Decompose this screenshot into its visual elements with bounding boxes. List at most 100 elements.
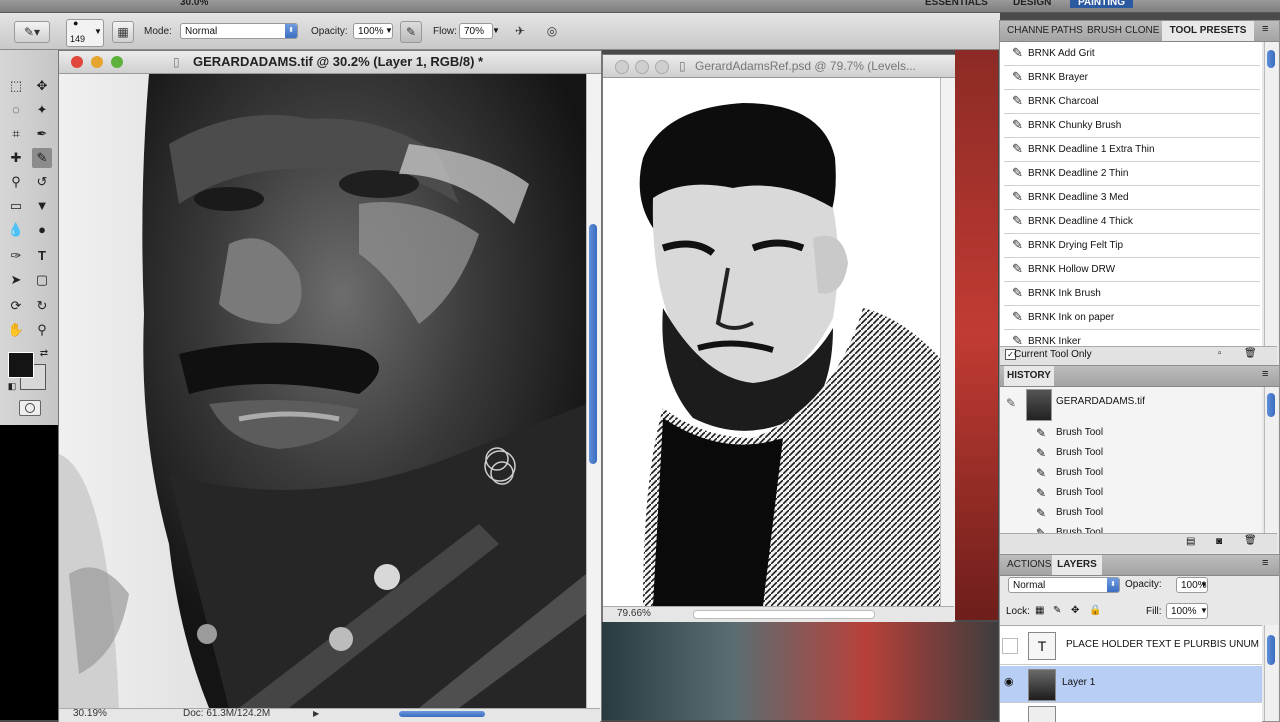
brush-tool-icon[interactable]: ✎ [32,148,52,168]
zoom-window-icon[interactable] [111,56,123,68]
preset-item[interactable]: ✎ BRNK Deadline 3 Med [1004,186,1260,210]
dodge-tool-icon[interactable]: ● [32,220,52,240]
minimize-window-icon[interactable] [635,60,649,74]
tab-history[interactable]: HISTORY [1004,366,1054,386]
lock-pixels-icon[interactable]: ✎ [1053,605,1061,616]
layers-scroll-thumb[interactable] [1267,635,1275,665]
tab-actions[interactable]: ACTIONS [1004,555,1054,575]
clone-stamp-tool-icon[interactable]: ⚲ [6,172,26,192]
eraser-tool-icon[interactable]: ▭ [6,196,26,216]
tab-tool-presets[interactable]: TOOL PRESETS [1162,21,1254,41]
close-window-icon[interactable] [615,60,629,74]
pen-tool-icon[interactable]: ✑ [6,246,26,266]
history-scroll-thumb[interactable] [1267,393,1275,417]
history-snapshot[interactable]: ✎ GERARDADAMS.tif [1000,387,1262,424]
lock-transparency-icon[interactable]: ▦ [1035,605,1044,616]
minimize-window-icon[interactable] [91,56,103,68]
flow-field[interactable]: 70% [459,23,493,39]
zoom-window-icon[interactable] [655,60,669,74]
new-preset-icon[interactable]: ▫ [1218,348,1222,359]
zoom-tool-icon[interactable]: ⚲ [32,320,52,340]
quick-mask-icon[interactable] [19,400,41,416]
history-brush-source-icon[interactable]: ✎ [1006,396,1016,410]
magic-wand-tool-icon[interactable]: ✦ [32,100,52,120]
trash-icon[interactable]: 🗑 [1244,535,1257,546]
history-step[interactable]: ✎ Brush Tool [1000,483,1262,504]
mode-select[interactable]: Normal ⬍ [180,23,298,39]
blur-tool-icon[interactable]: 💧 [6,220,26,240]
eye-icon[interactable]: ◉ [1004,675,1014,688]
history-step[interactable]: ✎ Brush Tool [1000,523,1262,533]
panel-menu-icon[interactable]: ≡ [1262,557,1268,569]
airbrush-icon[interactable]: ✈ [510,21,530,41]
preset-item[interactable]: ✎ BRNK Add Grit [1004,42,1260,66]
reference-horizontal-scroll-thumb[interactable] [693,610,875,619]
pressure-opacity-icon[interactable]: ✎ [400,21,422,43]
camera-icon[interactable]: ◙ [1216,536,1222,547]
panel-menu-icon[interactable]: ≡ [1262,368,1268,380]
foreground-color-swatch[interactable] [8,352,34,378]
workspace-painting[interactable]: PAINTING [1070,0,1134,8]
tab-layers[interactable]: LAYERS [1052,555,1102,575]
path-selection-tool-icon[interactable]: ➤ [6,270,26,290]
healing-brush-tool-icon[interactable]: ✚ [6,148,26,168]
opacity-dropdown-icon[interactable]: ▼ [385,26,393,35]
document-titlebar[interactable]: ▯ GERARDADAMS.tif @ 30.2% (Layer 1, RGB/… [59,51,601,74]
tab-clone-source[interactable]: CLONE S [1122,21,1166,41]
history-step[interactable]: ✎ Brush Tool [1000,443,1262,464]
preset-item[interactable]: ✎ BRNK Ink Brush [1004,282,1260,306]
panel-menu-icon[interactable]: ≡ [1262,23,1268,35]
lasso-tool-icon[interactable]: ◌ [6,100,26,120]
history-step[interactable]: ✎ Brush Tool [1000,463,1262,484]
reference-vertical-scrollbar[interactable] [940,78,955,606]
tab-paths[interactable]: PATHS [1048,21,1088,41]
tool-preset-picker[interactable]: ✎▾ [14,21,50,43]
preset-item[interactable]: ✎ BRNK Drying Felt Tip [1004,234,1260,258]
lock-position-icon[interactable]: ✥ [1071,605,1079,616]
main-vertical-scrollbar[interactable] [586,74,601,708]
shape-tool-icon[interactable]: ▢ [32,270,52,290]
tab-channels[interactable]: CHANNE [1004,21,1052,41]
workspace-essentials[interactable]: ESSENTIALS [925,0,988,8]
preset-item[interactable]: ✎ BRNK Hollow DRW [1004,258,1260,282]
preset-item[interactable]: ✎ BRNK Inker [1004,330,1260,346]
layers-scrollbar[interactable] [1264,625,1278,721]
history-step[interactable]: ✎ Brush Tool [1000,503,1262,524]
preset-item[interactable]: ✎ BRNK Deadline 1 Extra Thin [1004,138,1260,162]
trash-icon[interactable]: 🗑 [1244,348,1257,359]
reference-titlebar[interactable]: ▯ GerardAdamsRef.psd @ 79.7% (Levels... [603,55,955,78]
preset-item[interactable]: ✎ BRNK Charcoal [1004,90,1260,114]
main-canvas[interactable] [59,74,586,708]
marquee-tool-icon[interactable]: ⬚ [6,76,26,96]
layer-blend-mode-select[interactable]: Normal ⬍ [1008,577,1120,593]
workspace-design[interactable]: DESIGN [1013,0,1051,8]
3d-rotate-tool-icon[interactable]: ⟳ [6,296,26,316]
paint-bucket-tool-icon[interactable]: ▼ [32,196,52,216]
move-tool-icon[interactable]: ✥ [32,76,52,96]
reference-zoom-readout[interactable]: 79.66% [617,606,651,622]
lock-all-icon[interactable]: 🔒 [1089,605,1101,616]
default-colors-icon[interactable]: ◧ [2,376,22,396]
crop-tool-icon[interactable]: ⌗ [6,124,26,144]
new-document-from-state-icon[interactable]: ▤ [1186,536,1195,547]
preset-item[interactable]: ✎ BRNK Ink on paper [1004,306,1260,330]
horizontal-scroll-thumb[interactable] [399,711,485,717]
layer-name[interactable]: Layer 1 [1062,677,1095,688]
preset-item[interactable]: ✎ BRNK Brayer [1004,66,1260,90]
3d-orbit-tool-icon[interactable]: ↻ [32,296,52,316]
layer-name[interactable]: PLACE HOLDER TEXT E PLURBIS UNUM - ... [1066,639,1262,650]
presets-scroll-thumb[interactable] [1267,50,1275,68]
preset-item[interactable]: ✎ BRNK Deadline 2 Thin [1004,162,1260,186]
hand-tool-icon[interactable]: ✋ [6,320,26,340]
history-brush-tool-icon[interactable]: ↺ [32,172,52,192]
tab-brush[interactable]: BRUSH [1084,21,1126,41]
history-scrollbar[interactable] [1264,387,1278,533]
preset-item[interactable]: ✎ BRNK Chunky Brush [1004,114,1260,138]
layer-opacity-dropdown-icon[interactable]: ▼ [1200,580,1208,589]
swap-colors-icon[interactable]: ⇄ [34,344,54,364]
flow-dropdown-icon[interactable]: ▼ [492,26,500,35]
layer-visibility-toggle[interactable] [1002,638,1018,654]
brush-preset-picker[interactable]: ● 149 ▼ [66,18,104,47]
pressure-size-icon[interactable]: ◎ [542,21,562,41]
brush-panel-toggle-icon[interactable]: ▦ [112,21,134,43]
